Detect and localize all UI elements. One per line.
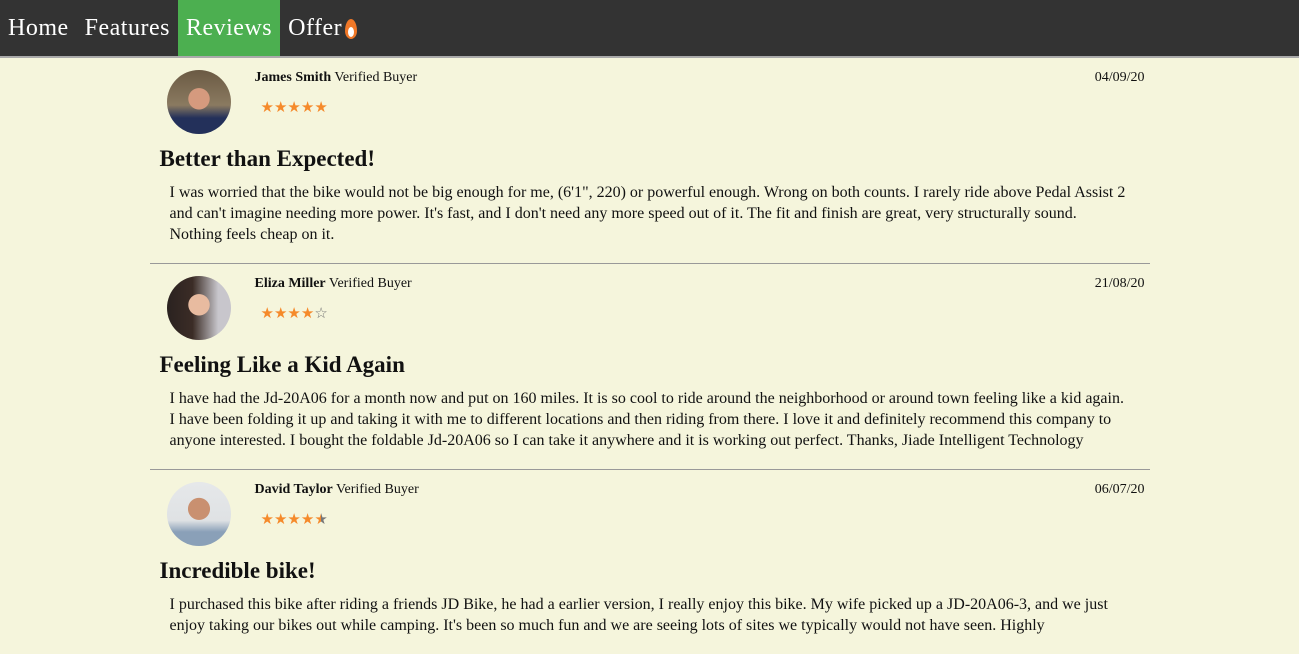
star-full-icon: ★ [260, 306, 274, 322]
reviewer-name: Eliza Miller [254, 276, 326, 291]
star-full-icon: ★ [287, 306, 301, 322]
star-full-icon: ★ [273, 306, 288, 322]
avatar [166, 482, 231, 546]
star-rating: ★★★★☆ [261, 304, 412, 323]
star-full-icon: ★ [287, 512, 301, 528]
verified-badge: Verified Buyer [334, 70, 418, 85]
top-nav: Home Features Reviews Offer [0, 0, 1299, 58]
review-body: I have had the Jd-20A06 for a month now … [169, 390, 1124, 449]
star-full-icon: ★ [273, 100, 288, 116]
star-full-icon: ★ [300, 100, 315, 116]
review-title: Feeling Like a Kid Again [159, 352, 405, 377]
reviewer-name: David Taylor [254, 482, 333, 497]
star-full-icon: ★ [273, 512, 288, 528]
nav-offer-label: Offer [288, 14, 343, 41]
review-title: Better than Expected! [159, 146, 375, 171]
verified-badge: Verified Buyer [335, 482, 419, 497]
nav-home[interactable]: Home [0, 0, 77, 56]
review-item: David Taylor Verified Buyer ★★★★★ 06/07/… [150, 470, 1150, 654]
review-date: 06/07/20 [1094, 482, 1145, 497]
star-half-icon: ★ [314, 512, 328, 528]
star-full-icon: ★ [260, 100, 274, 116]
review-date: 21/08/20 [1094, 276, 1145, 291]
star-full-icon: ★ [287, 100, 301, 116]
nav-features[interactable]: Features [77, 0, 178, 56]
reviews-list: James Smith Verified Buyer ★★★★★ 04/09/2… [149, 58, 1150, 654]
verified-badge: Verified Buyer [328, 276, 412, 291]
reviewer-name: James Smith [254, 70, 332, 85]
review-date: 04/09/20 [1094, 70, 1145, 85]
avatar [166, 70, 231, 134]
nav-reviews[interactable]: Reviews [177, 0, 281, 56]
review-body: I was worried that the bike would not be… [169, 184, 1126, 243]
star-full-icon: ★ [300, 306, 315, 322]
star-full-icon: ★ [260, 512, 274, 528]
star-rating: ★★★★★ [261, 98, 418, 117]
star-empty-icon: ☆ [314, 306, 328, 322]
review-item: James Smith Verified Buyer ★★★★★ 04/09/2… [149, 58, 1150, 264]
nav-offer[interactable]: Offer [280, 0, 365, 56]
review-title: Incredible bike! [159, 558, 316, 583]
avatar [166, 276, 231, 340]
flame-icon [345, 19, 358, 39]
star-full-icon: ★ [314, 100, 328, 116]
review-item: Eliza Miller Verified Buyer ★★★★☆ 21/08/… [149, 264, 1150, 470]
star-rating: ★★★★★ [261, 510, 419, 529]
star-full-icon: ★ [300, 512, 315, 528]
review-body: I purchased this bike after riding a fri… [169, 596, 1108, 634]
